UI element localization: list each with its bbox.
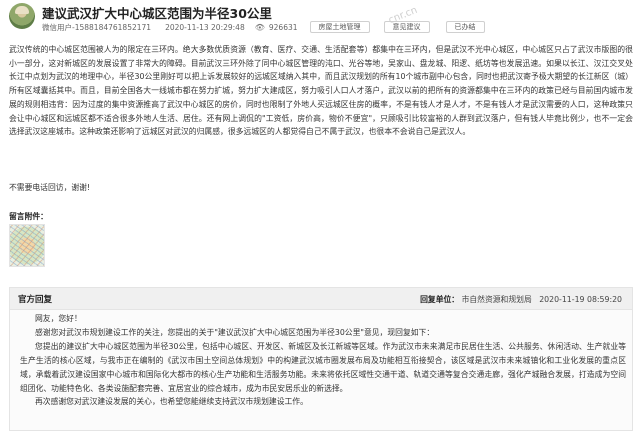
reply-unit-label: 回复单位： — [420, 295, 460, 304]
message-body: 武汉传统的中心城区范围被人为的限定在三环内。绝大多数优质资源（教育、医疗、交通、… — [9, 45, 633, 137]
avatar — [9, 3, 35, 29]
reply-meta: 回复单位： 市自然资源和规划局 2020-11-19 08:59:20 — [420, 294, 622, 305]
attachment-label: 留言附件： — [9, 212, 48, 221]
eye-icon: 👁︎ — [254, 22, 265, 32]
reply-date: 2020-11-19 08:59:20 — [539, 295, 622, 304]
author-name: 微信用户-1588184761852171 — [42, 22, 152, 32]
view-count: 926631 — [268, 22, 298, 32]
reply-body: 网友，您好！ 感谢您对武汉市规划建设工作的关注，您提出的关于"建议武汉扩大中心城… — [20, 312, 626, 409]
reply-section-title: 官方回复 — [18, 295, 53, 305]
reply-paragraph: 感谢您对武汉市规划建设工作的关注，您提出的关于"建议武汉扩大中心城区范围为半径3… — [35, 327, 435, 337]
message-detail-page: 建议武汉扩大中心城区范围为半径30公里 微信用户-158818476185217… — [0, 0, 640, 431]
message-closing: 不需要电话回访，谢谢! — [9, 183, 91, 192]
official-reply-panel: 官方回复 回复单位： 市自然资源和规划局 2020-11-19 08:59:20… — [9, 287, 633, 431]
reply-header: 官方回复 回复单位： 市自然资源和规划局 2020-11-19 08:59:20 — [10, 288, 632, 310]
reply-unit: 市自然资源和规划局 — [461, 295, 532, 304]
category-tag[interactable]: 房屋土地管理 — [309, 21, 370, 33]
reply-paragraph: 再次感谢您对武汉建设发展的关心，也希望您能继续支持武汉市规划建设工作。 — [35, 397, 308, 407]
reply-greeting: 网友，您好！ — [35, 314, 82, 323]
reply-paragraph: 您提出的建议扩大中心城区范围为半径30公里，包括中心城区、开发区、新城区及长江新… — [20, 341, 626, 393]
status-tag[interactable]: 已办结 — [445, 21, 485, 33]
attachment-thumbnail[interactable] — [9, 224, 45, 267]
message-header: 建议武汉扩大中心城区范围为半径30公里 微信用户-158818476185217… — [0, 0, 640, 38]
message-meta: 微信用户-1588184761852171 2020-11-13 20:29:4… — [42, 21, 485, 33]
post-date: 2020-11-13 20:29:48 — [165, 22, 245, 32]
page-title: 建议武汉扩大中心城区范围为半径30公里 — [42, 6, 272, 21]
